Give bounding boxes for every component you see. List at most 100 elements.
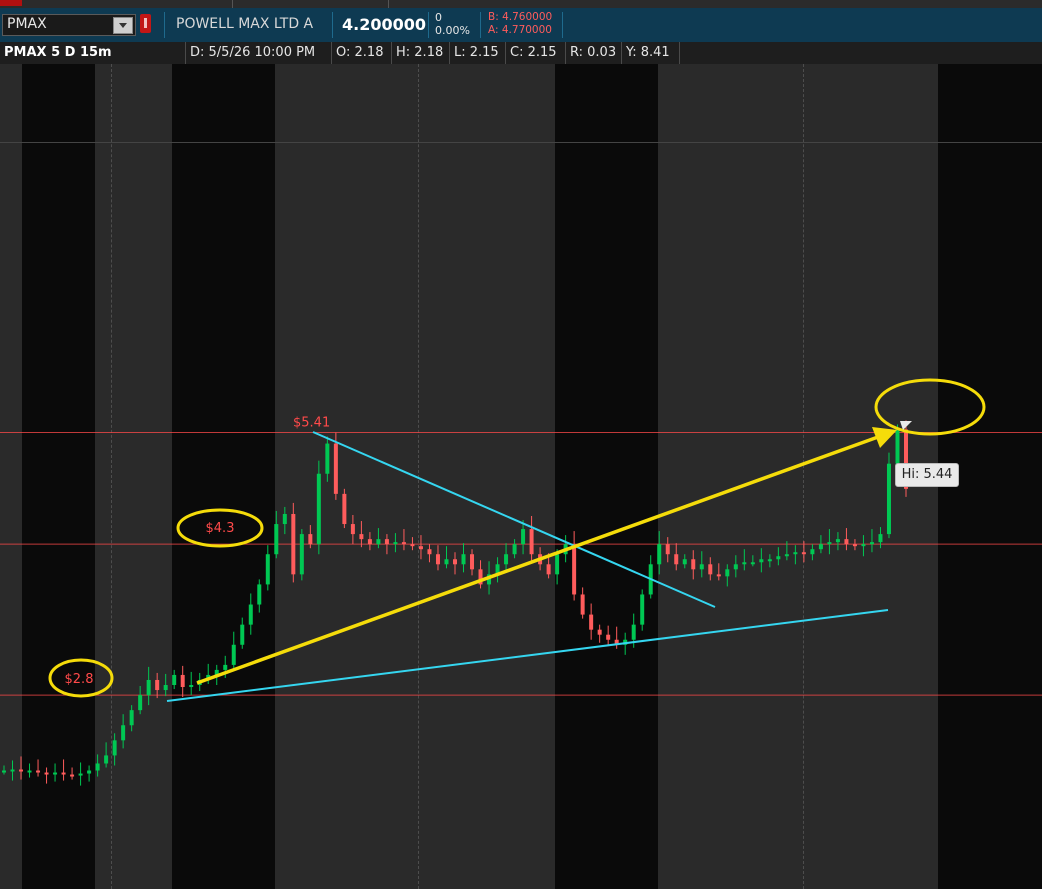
candle-body [138,695,143,711]
candle-body [44,772,49,775]
candle-body [231,644,236,665]
candle-body [461,554,466,565]
candle-body [597,629,602,635]
candle-body [112,740,117,756]
candle-body [453,559,457,565]
candle-body [512,544,517,555]
high-tag: Hi: 5.44 [895,463,959,487]
candle-body [606,634,611,640]
chart-canvas: $5.41 $4.3 $2.8 [0,378,1042,786]
bid-ask-block: B: 4.760000 A: 4.770000 [488,11,552,37]
candle-body [78,773,83,776]
quote-divider [332,12,333,38]
bar-low: L: 2.15 [450,42,506,64]
candle-body [367,539,372,545]
quote-divider [480,12,481,38]
candle-body [878,534,883,543]
quote-divider [562,12,563,38]
candle-body [333,443,338,494]
price-level-label: $2.8 [65,672,94,687]
candle-body [223,664,228,670]
candle-body [784,554,789,557]
price-level-label: $5.41 [293,416,330,431]
percent-change: 0.00% [435,24,470,37]
candle-body [265,554,270,585]
chart-title[interactable]: PMAX 5 D 15m [NASDAQ] [0,42,186,82]
change-block: 0 0.00% [435,11,470,37]
candle-body [172,674,177,686]
candle-body [10,769,15,772]
bar-date: D: 5/5/26 10:00 PM [186,42,332,64]
candle-body [631,624,636,640]
candle-body [121,725,126,741]
candle-body [342,493,347,525]
candle-body [70,774,75,777]
candle-body [691,559,696,570]
candle-body [682,559,687,565]
candle-body [87,770,92,774]
candle-body [61,772,66,775]
candle-body [852,544,857,547]
candle-body [801,552,806,555]
candle-body [146,679,151,696]
symbol-dropdown-button[interactable] [113,17,133,34]
candle-body [699,564,704,570]
candle-body [19,769,24,772]
high-tag-label: Hi: 5.44 [901,467,953,482]
candle-body [810,549,815,555]
candle-body [589,614,594,630]
candle-body [299,534,304,575]
bar-open: O: 2.18 [332,42,392,64]
candle-body [521,529,526,545]
candle-body [401,542,406,545]
candle-body [835,539,840,543]
symbol-input[interactable]: PMAX [7,16,47,32]
candle-body [257,584,262,605]
company-name: POWELL MAX LTD A [176,16,314,32]
bar-y-value: Y: 8.41 [622,42,680,64]
bar-close: C: 2.15 [506,42,566,64]
last-price: 4.200000 [342,15,427,34]
bar-high: H: 2.18 [392,42,450,64]
candle-body [95,763,100,771]
candle-body [282,513,287,525]
price-chart-area[interactable]: $5.41 $4.3 $2.8 Hi: 5.44 [0,64,1042,889]
candle-body [410,544,415,547]
candle-body [886,463,891,535]
quote-divider [428,12,429,38]
price-level-label: $4.3 [206,521,235,536]
candle-body [325,443,330,474]
candle-body [776,556,781,560]
bar-range: R: 0.03 [566,42,622,64]
symbol-selector[interactable]: PMAX [2,14,136,36]
candle-body [759,559,764,563]
candle-body [657,544,662,565]
link-color-icon[interactable] [140,14,151,33]
candle-body [308,534,313,545]
tab-divider [388,0,389,8]
candle-body [708,564,713,575]
tab-divider [232,0,233,8]
candle-body [104,755,109,764]
candle-body [53,772,58,775]
ask-price: A: 4.770000 [488,24,552,36]
candle-body [180,674,185,688]
highlight-circle-high [874,378,986,436]
candle-body [844,539,849,545]
candle-body [750,562,755,565]
candle-body [36,770,41,773]
candle-body [359,534,364,540]
candle-body [393,542,398,545]
bid-price: B: 4.760000 [488,11,553,23]
candle-body [350,524,355,535]
candle-body [504,554,509,565]
active-tab-marker [0,0,22,6]
candle-body [640,594,645,625]
candle-body [861,544,866,547]
candle-body [742,562,747,565]
candle-body [155,679,160,691]
candle-body [240,624,245,645]
window-tab-strip [0,0,1042,8]
candle-body [895,429,900,464]
candle-body [572,544,577,595]
